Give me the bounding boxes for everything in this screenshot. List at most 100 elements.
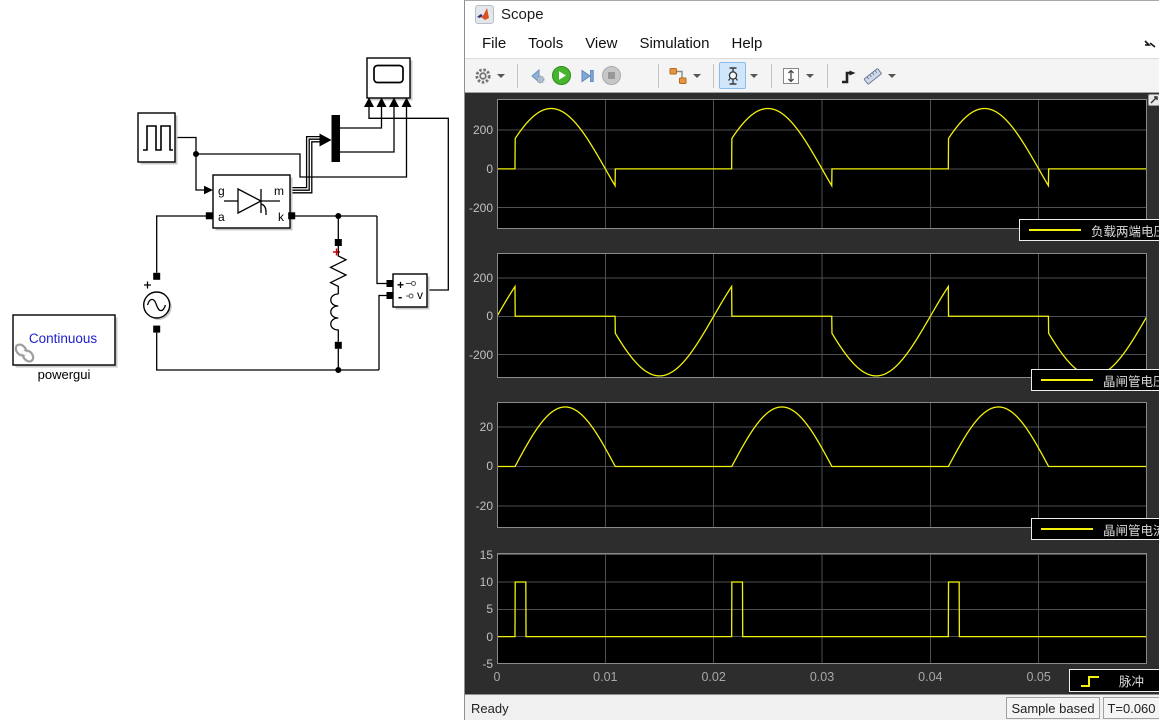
simulink-model-canvas[interactable]: g m a k xyxy=(0,0,464,720)
run-button[interactable] xyxy=(551,65,572,86)
vplus-port-icon xyxy=(387,280,394,287)
scope-block[interactable] xyxy=(364,58,413,107)
toolbar-separator xyxy=(658,64,659,88)
y-tick-label: 0 xyxy=(465,309,493,323)
rl-bottom-port-icon xyxy=(335,342,342,349)
legend-thyristor_current[interactable]: 晶闸管电流 xyxy=(1031,518,1159,540)
y-tick-label: 10 xyxy=(465,575,493,589)
y-tick-label: 200 xyxy=(465,271,493,285)
toolbar-separator xyxy=(771,64,772,88)
legend-thyristor_voltage[interactable]: 晶闸管电压 xyxy=(1031,369,1159,391)
x-tick-label: 0 xyxy=(467,670,527,684)
plot-panel-load_voltage[interactable] xyxy=(497,99,1147,229)
wire-vminus[interactable] xyxy=(379,296,387,371)
rl-top-port-icon xyxy=(335,239,342,246)
plot-panel-thyristor_current[interactable] xyxy=(497,402,1147,528)
step-back-button[interactable] xyxy=(526,65,547,86)
step-forward-button[interactable] xyxy=(576,65,597,86)
vminus-port-icon xyxy=(387,292,394,299)
x-tick-label: 0.02 xyxy=(684,670,744,684)
port-label-g: g xyxy=(218,184,225,198)
settings-gear-icon[interactable] xyxy=(472,65,493,86)
menu-help[interactable]: Help xyxy=(721,33,774,54)
wire-pulse-to-scope[interactable] xyxy=(196,107,407,177)
wire-demux-out2[interactable] xyxy=(340,107,394,152)
menu-file[interactable]: File xyxy=(471,33,517,54)
trigger-icon[interactable] xyxy=(837,65,858,86)
screen: g m a k xyxy=(0,0,1159,720)
y-tick-label: -200 xyxy=(465,201,493,215)
demux-block[interactable] xyxy=(320,115,341,162)
menu-view[interactable]: View xyxy=(574,33,628,54)
source-plus-icon xyxy=(144,282,151,289)
plot-panel-gate_pulse[interactable] xyxy=(497,553,1147,664)
toolbar-separator xyxy=(827,64,828,88)
series-rl-branch-block[interactable] xyxy=(331,239,346,349)
inductor-icon xyxy=(331,294,339,342)
simulink-highlight-icon[interactable] xyxy=(667,65,688,86)
source-bottom-port-icon xyxy=(153,326,160,333)
port-label-a: a xyxy=(218,210,225,224)
voltage-measurement-block[interactable]: + - v xyxy=(387,274,430,310)
scope-plot-canvas[interactable]: 2000-200负载两端电压2000-200晶闸管电压200-20晶闸管电流15… xyxy=(465,93,1159,694)
x-tick-label: 0.04 xyxy=(900,670,960,684)
status-bar: Ready Sample based T=0.060 xyxy=(465,694,1159,720)
cathode-port-icon xyxy=(288,212,295,219)
y-tick-label: 200 xyxy=(465,123,493,137)
thyristor-block[interactable]: g m a k xyxy=(204,175,295,231)
vmeas-v-label: v xyxy=(417,288,423,302)
ac-voltage-source-block[interactable] xyxy=(144,273,172,333)
scope-window: Scope File Tools View Simulation Help xyxy=(464,0,1159,720)
pulse-generator-block[interactable] xyxy=(138,113,178,165)
toolbar-separator xyxy=(517,64,518,88)
wire-pulse-to-gate[interactable] xyxy=(175,138,205,191)
wire-vplus[interactable] xyxy=(377,216,387,284)
legend-line-icon xyxy=(1041,379,1093,381)
powergui-name-label: powergui xyxy=(38,367,91,382)
highlight-dropdown-caret[interactable] xyxy=(693,74,701,78)
rl-plus-icon xyxy=(333,249,340,256)
powergui-mode-label: Continuous xyxy=(29,331,98,346)
status-ready-text: Ready xyxy=(471,701,509,716)
wire-vmeas-to-scope[interactable] xyxy=(369,107,448,290)
gate-input-arrow-icon xyxy=(204,186,213,194)
title-bar[interactable]: Scope xyxy=(465,1,1159,28)
expand-axes-button[interactable] xyxy=(1148,94,1159,106)
toolbar-overflow-icon[interactable] xyxy=(1144,36,1156,54)
wire-m-bundle[interactable] xyxy=(290,137,320,193)
scale-axes-dropdown-caret[interactable] xyxy=(806,74,814,78)
legend-label: 负载两端电压 xyxy=(1091,221,1159,240)
status-sample-mode: Sample based xyxy=(1006,697,1100,719)
toolbar xyxy=(465,58,1159,93)
wire-demux-out1[interactable] xyxy=(340,107,382,128)
y-tick-label: 20 xyxy=(465,420,493,434)
toolbar-separator xyxy=(713,64,714,88)
cursor-measurements-button-selected[interactable] xyxy=(719,62,746,89)
window-title: Scope xyxy=(501,6,544,23)
menu-bar: File Tools View Simulation Help xyxy=(465,28,1159,58)
plot-panel-thyristor_voltage[interactable] xyxy=(497,253,1147,378)
measurements-ruler-icon[interactable] xyxy=(862,65,883,86)
wire-source-to-anode[interactable] xyxy=(157,216,213,273)
legend-gate_pulse[interactable]: 脉冲 xyxy=(1069,669,1159,692)
legend-label: 脉冲 xyxy=(1119,671,1144,690)
source-top-port-icon xyxy=(153,273,160,280)
measurements-dropdown-caret[interactable] xyxy=(888,74,896,78)
status-sim-time: T=0.060 xyxy=(1103,697,1159,719)
settings-dropdown-caret[interactable] xyxy=(497,74,505,78)
scale-axes-icon[interactable] xyxy=(780,65,801,86)
legend-load_voltage[interactable]: 负载两端电压 xyxy=(1019,219,1159,241)
wire-bottom-rail[interactable] xyxy=(157,333,379,370)
cursor-dropdown-caret[interactable] xyxy=(750,74,758,78)
stop-button[interactable] xyxy=(601,65,622,86)
y-tick-label: -5 xyxy=(465,657,493,671)
menu-simulation[interactable]: Simulation xyxy=(628,33,720,54)
menu-tools[interactable]: Tools xyxy=(517,33,574,54)
powergui-block[interactable]: Continuous powergui xyxy=(13,315,118,382)
expand-arrow-icon xyxy=(1151,97,1157,103)
y-tick-label: 15 xyxy=(465,548,493,562)
x-tick-label: 0.03 xyxy=(792,670,852,684)
vmeas-minus-label: - xyxy=(398,289,402,304)
y-tick-label: 0 xyxy=(465,630,493,644)
port-label-k: k xyxy=(278,210,285,224)
